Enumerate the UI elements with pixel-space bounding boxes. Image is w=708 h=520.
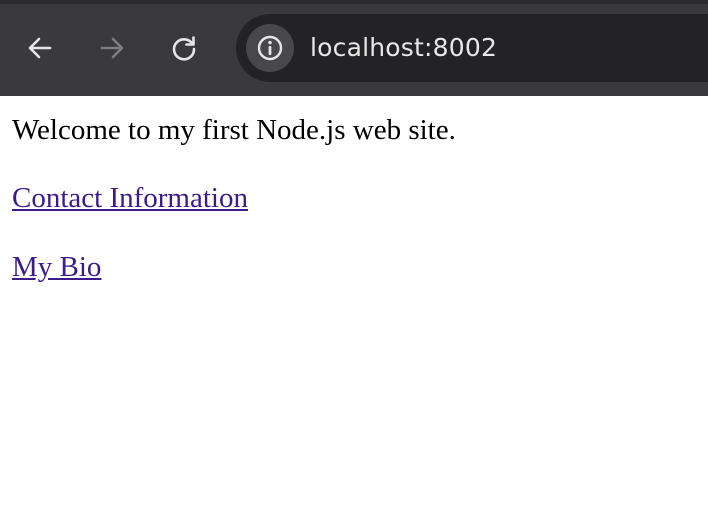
forward-button[interactable] (88, 24, 136, 72)
browser-toolbar: localhost:8002 (0, 0, 708, 96)
contact-information-link[interactable]: Contact Information (12, 182, 248, 215)
forward-arrow-icon (100, 37, 124, 59)
toolbar-top-strip (0, 0, 708, 4)
reload-button[interactable] (160, 24, 208, 72)
info-icon (257, 35, 283, 61)
back-arrow-icon (28, 37, 52, 59)
site-info-button[interactable] (246, 24, 294, 72)
address-bar[interactable]: localhost:8002 (236, 14, 708, 82)
welcome-text: Welcome to my first Node.js web site. (12, 114, 456, 146)
reload-icon (172, 36, 196, 61)
my-bio-link[interactable]: My Bio (12, 251, 101, 284)
url-text[interactable]: localhost:8002 (310, 32, 497, 64)
page-content: Welcome to my first Node.js web site. Co… (0, 96, 708, 520)
back-button[interactable] (16, 24, 64, 72)
